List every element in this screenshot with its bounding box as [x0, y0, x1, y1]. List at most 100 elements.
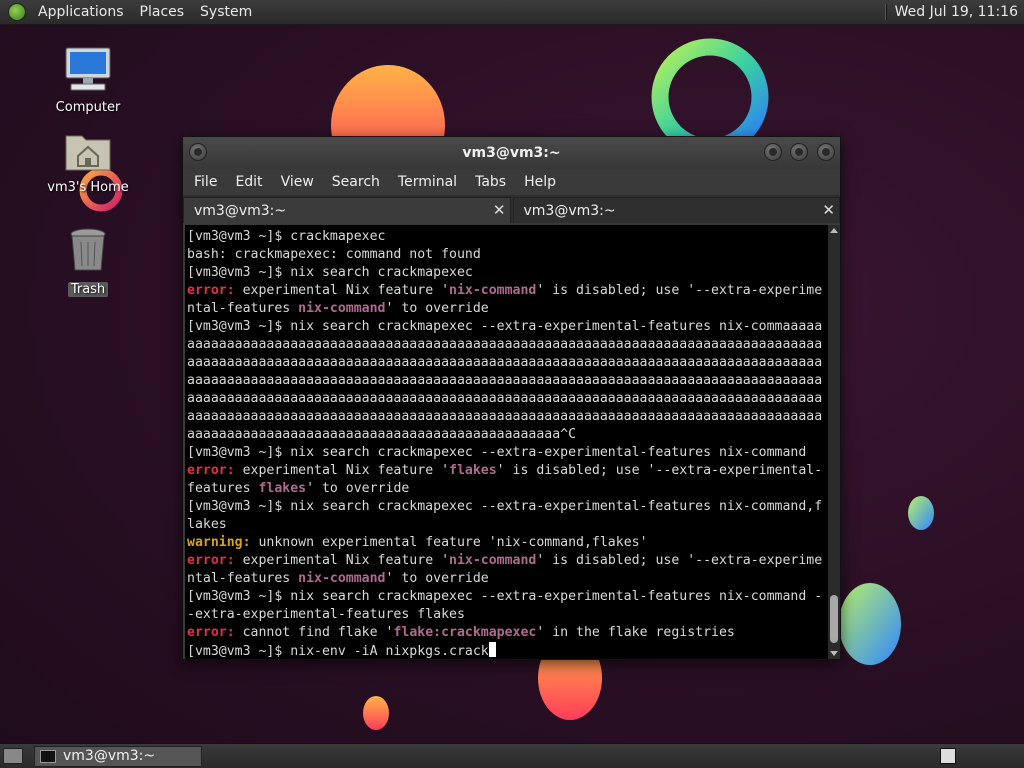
menu-terminal[interactable]: Terminal	[389, 174, 466, 190]
tab-1[interactable]: vm3@vm3:~ ✕	[183, 197, 511, 223]
terminal-scrollbar[interactable]	[828, 225, 840, 659]
terminal-text: aaaaaaaaaaaaaaaaaaaaaaaaaaaaaaaaaaaaaaaa…	[187, 427, 577, 442]
terminal-text: flake:crackmapexec	[393, 625, 537, 640]
desktop-icon-trash[interactable]: Trash	[43, 226, 133, 297]
window-menubar: File Edit View Search Terminal Tabs Help	[183, 169, 840, 195]
terminal-text: [vm3@vm3 ~]$ crackmapexec	[187, 229, 386, 244]
close-tab-icon[interactable]: ✕	[822, 201, 835, 219]
terminal-line: ntal-features nix-command' to override	[187, 300, 828, 318]
terminal-line: lakes	[187, 516, 828, 534]
terminal-text: nix-command	[449, 283, 537, 298]
terminal-text: [vm3@vm3 ~]$ nix search crackmapexec --e…	[187, 445, 807, 460]
terminal-text: ' to override	[385, 301, 489, 316]
terminal-line: [vm3@vm3 ~]$ nix search crackmapexec --e…	[187, 444, 828, 462]
terminal-text: experimental Nix feature '	[234, 553, 450, 568]
desktop-icon-home[interactable]: vm3's Home	[43, 128, 133, 195]
terminal-line: [vm3@vm3 ~]$ nix search crackmapexec	[187, 264, 828, 282]
terminal-cursor	[488, 642, 496, 657]
terminal-text: [vm3@vm3 ~]$ nix search crackmapexec --e…	[187, 319, 823, 334]
scroll-down-icon[interactable]	[830, 651, 838, 656]
show-desktop-icon[interactable]	[3, 748, 23, 764]
clock[interactable]: Wed Jul 19, 11:16	[895, 4, 1024, 20]
warning-label: warning:	[187, 535, 251, 550]
terminal-line: aaaaaaaaaaaaaaaaaaaaaaaaaaaaaaaaaaaaaaaa…	[187, 336, 828, 354]
desktop-icon-label: Trash	[67, 282, 109, 297]
taskbar-terminal-button[interactable]: vm3@vm3:~	[34, 746, 202, 767]
terminal-text: aaaaaaaaaaaaaaaaaaaaaaaaaaaaaaaaaaaaaaaa…	[187, 337, 823, 352]
menu-search[interactable]: Search	[323, 174, 389, 190]
maximize-button[interactable]	[790, 143, 808, 161]
terminal-line: aaaaaaaaaaaaaaaaaaaaaaaaaaaaaaaaaaaaaaaa…	[187, 390, 828, 408]
deco-large-blue-blob	[839, 583, 901, 665]
terminal-text: ' is disabled; use '--extra-experime	[536, 283, 823, 298]
terminal-line: error: cannot find flake 'flake:crackmap…	[187, 624, 828, 642]
bottom-panel: vm3@vm3:~	[0, 743, 1024, 768]
workspace-switcher[interactable]	[940, 748, 956, 764]
tab-label: vm3@vm3:~	[194, 203, 287, 219]
terminal-line: ntal-features nix-command' to override	[187, 570, 828, 588]
terminal-text: cannot find flake '	[234, 625, 394, 640]
menu-view[interactable]: View	[272, 174, 323, 190]
scrollbar-thumb[interactable]	[830, 595, 838, 643]
terminal-text: ntal-features	[187, 571, 299, 586]
error-label: error:	[187, 463, 235, 478]
terminal-text: lakes	[187, 517, 227, 532]
menu-places[interactable]: Places	[132, 0, 193, 25]
trash-icon	[70, 228, 106, 271]
scroll-up-icon[interactable]	[830, 228, 838, 233]
terminal-output[interactable]: [vm3@vm3 ~]$ crackmapexec bash: crackmape…	[185, 225, 828, 659]
window-titlebar[interactable]: vm3@vm3:~	[183, 137, 840, 169]
terminal-line: aaaaaaaaaaaaaaaaaaaaaaaaaaaaaaaaaaaaaaaa…	[187, 372, 828, 390]
close-window-button[interactable]	[817, 143, 835, 161]
tab-label: vm3@vm3:~	[523, 203, 616, 219]
terminal-text: ' is disabled; use '--extra-experimental…	[496, 463, 823, 478]
computer-icon	[65, 47, 111, 91]
deco-small-orange-blob	[363, 696, 389, 730]
minimize-button[interactable]	[764, 143, 782, 161]
menu-help[interactable]: Help	[515, 174, 565, 190]
desktop-icon-computer[interactable]: Computer	[43, 46, 133, 115]
terminal-text: ' to override	[385, 571, 489, 586]
terminal-line: error: experimental Nix feature 'flakes'…	[187, 462, 828, 480]
terminal-text: experimental Nix feature '	[234, 463, 450, 478]
terminal-text: [vm3@vm3 ~]$ nix-env -iA nixpkgs.crack	[187, 644, 489, 659]
deco-small-blue-blob	[908, 496, 934, 530]
deco-green-ring	[651, 38, 769, 156]
tab-2[interactable]: vm3@vm3:~ ✕	[512, 197, 840, 223]
terminal-text: bash: crackmapexec: command not found	[187, 247, 481, 262]
error-label: error:	[187, 283, 235, 298]
terminal-text: [vm3@vm3 ~]$ nix search crackmapexec --e…	[187, 499, 823, 514]
menu-file[interactable]: File	[185, 174, 226, 190]
terminal-line: warning: unknown experimental feature 'n…	[187, 534, 828, 552]
tab-bar: vm3@vm3:~ ✕ vm3@vm3:~ ✕	[183, 195, 840, 223]
menu-tabs[interactable]: Tabs	[466, 174, 515, 190]
terminal-text: nix-command	[449, 553, 537, 568]
terminal-text: nix-command	[298, 571, 386, 586]
desktop-icon-label: Computer	[55, 100, 121, 115]
terminal-text: aaaaaaaaaaaaaaaaaaaaaaaaaaaaaaaaaaaaaaaa…	[187, 409, 823, 424]
error-label: error:	[187, 553, 235, 568]
top-panel: Applications Places System Wed Jul 19, 1…	[0, 0, 1024, 25]
menu-system[interactable]: System	[192, 0, 260, 25]
terminal-text: nix-command	[298, 301, 386, 316]
terminal-text: -extra-experimental-features flakes	[187, 607, 465, 622]
terminal-text: flakes	[449, 463, 497, 478]
terminal-line: error: experimental Nix feature 'nix-com…	[187, 552, 828, 570]
terminal-line: [vm3@vm3 ~]$ crackmapexec	[187, 228, 828, 246]
distro-logo-icon[interactable]	[8, 3, 26, 21]
taskbar-label: vm3@vm3:~	[63, 748, 156, 764]
menu-edit[interactable]: Edit	[226, 174, 271, 190]
terminal-text: ntal-features	[187, 301, 299, 316]
terminal-line: aaaaaaaaaaaaaaaaaaaaaaaaaaaaaaaaaaaaaaaa…	[187, 426, 828, 444]
terminal-line: [vm3@vm3 ~]$ nix search crackmapexec --e…	[187, 588, 828, 606]
panel-separator	[884, 4, 887, 20]
terminal-line: [vm3@vm3 ~]$ nix search crackmapexec --e…	[187, 318, 828, 336]
terminal-line: aaaaaaaaaaaaaaaaaaaaaaaaaaaaaaaaaaaaaaaa…	[187, 408, 828, 426]
menu-applications[interactable]: Applications	[30, 0, 132, 25]
close-tab-icon[interactable]: ✕	[493, 201, 506, 219]
terminal-line: [vm3@vm3 ~]$ nix search crackmapexec --e…	[187, 498, 828, 516]
terminal-text: aaaaaaaaaaaaaaaaaaaaaaaaaaaaaaaaaaaaaaaa…	[187, 391, 823, 406]
terminal-text: features	[187, 481, 259, 496]
terminal-line: features flakes' to override	[187, 480, 828, 498]
terminal-text: aaaaaaaaaaaaaaaaaaaaaaaaaaaaaaaaaaaaaaaa…	[187, 373, 823, 388]
